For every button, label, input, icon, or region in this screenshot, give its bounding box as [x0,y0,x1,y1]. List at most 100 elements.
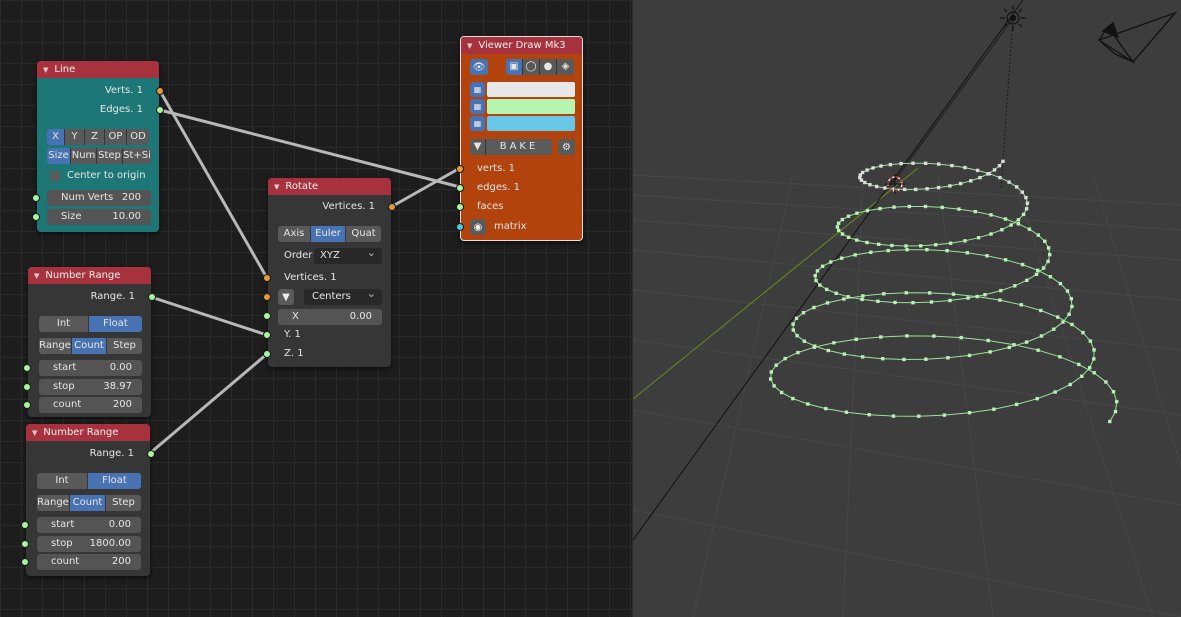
mode-step-button[interactable]: Step [97,148,123,164]
start-input-socket[interactable] [23,364,31,372]
settings-icon[interactable]: ⚙ [558,139,575,155]
rotate-node-header[interactable]: ▼ Rotate [268,178,391,195]
rotate-node[interactable]: ▼ Rotate Vertices. 1 Axis Euler Quat Ord… [263,178,396,367]
axis-y-button[interactable]: Y [65,129,85,145]
cube-icon[interactable]: ▣ [506,59,523,75]
viewer-node-header[interactable]: ▼ Viewer Draw Mk3 [461,37,582,54]
centers-dropdown[interactable]: Centers [304,286,382,305]
stop-label: stop [53,381,75,392]
spiral-vertex [769,370,773,374]
spiral-vertex [932,334,936,338]
matrix-input-socket[interactable] [456,223,464,231]
face-color-swatch[interactable] [487,116,575,131]
mode-count-button[interactable]: Count [72,338,107,354]
mode-quat-button[interactable]: Quat [346,226,381,242]
center-to-origin-checkbox[interactable] [50,171,60,181]
mode-stsi-button[interactable]: St+Si [123,148,151,164]
spiral-vertex [1067,312,1071,316]
sphere-wire-icon[interactable]: ◯ [523,59,540,75]
num-verts-input-socket[interactable] [32,194,40,202]
material-icon[interactable]: ◈ [557,59,574,75]
count-input-socket[interactable] [21,558,29,566]
size-input-socket[interactable] [32,213,40,221]
stop-field[interactable]: stop 38.97 [39,379,142,395]
start-value: 0.00 [109,362,132,373]
mode-count-button[interactable]: Count [70,495,106,511]
start-input-socket[interactable] [21,521,29,529]
number-range-node-1[interactable]: ▼ Number Range Range. 1 Int Float Range … [23,267,156,417]
x-field[interactable]: X 0.00 [278,309,382,325]
order-dropdown[interactable]: XYZ [314,245,382,264]
axis-op-button[interactable]: OP [105,129,127,145]
collapse-arrow-icon[interactable]: ▼ [467,42,472,50]
stop-input-socket[interactable] [21,540,29,548]
sphere-solid-icon[interactable]: ● [540,59,557,75]
number-range-header[interactable]: ▼ Number Range [28,267,151,284]
3d-viewport[interactable] [632,0,1181,617]
count-field[interactable]: count 200 [37,554,141,570]
edge-color-swatch[interactable] [487,99,575,114]
spiral-vertex [868,183,872,187]
spiral-vertex [989,232,993,236]
type-float-button[interactable]: Float [88,473,141,489]
faces-input-socket[interactable] [456,203,464,211]
size-field[interactable]: Size 10.00 [47,209,151,225]
count-input-socket[interactable] [23,401,31,409]
mode-size-button[interactable]: Size [47,148,71,164]
axis-z-button[interactable]: Z [85,129,105,145]
spiral-vertex [1039,308,1043,313]
verts-output-socket[interactable] [156,87,164,95]
num-verts-field[interactable]: Num Verts 200 [47,190,151,206]
collapse-arrow-icon[interactable]: ▼ [43,66,48,74]
triangle-icon[interactable]: ▼ [470,139,486,155]
start-field[interactable]: start 0.00 [37,517,141,533]
x-input-socket[interactable] [263,312,271,320]
y-input-socket[interactable] [263,331,271,339]
number-range-header[interactable]: ▼ Number Range [26,424,150,441]
mode-num-button[interactable]: Num [71,148,97,164]
camera-object-icon[interactable] [1097,11,1178,64]
mode-axis-button[interactable]: Axis [278,226,311,242]
centers-input-socket[interactable] [263,293,271,301]
type-int-button[interactable]: Int [37,473,88,489]
number-range-node-2[interactable]: ▼ Number Range Range. 1 Int Float Range … [21,424,155,576]
vertices-input-socket[interactable] [263,274,271,282]
viewport-canvas[interactable] [633,0,1181,617]
spiral-vertex [925,248,929,252]
collapse-toggle-icon[interactable]: ▼ [278,289,294,305]
edges-input-socket[interactable] [456,184,464,192]
viewer-draw-node[interactable]: ▼ Viewer Draw Mk3 👁 ▣ ◯ ● ◈ ▦ ▦ ▦ ▼ BAKE… [456,36,583,241]
stop-input-socket[interactable] [23,383,31,391]
line-node-header[interactable]: ▼ Line [37,61,159,78]
node-editor[interactable]: ▼ Line Verts. 1 Edges. 1 X Y Z OP OD Siz… [0,0,632,617]
stop-field[interactable]: stop 1800.00 [37,536,141,552]
start-field[interactable]: start 0.00 [39,360,142,376]
type-float-button[interactable]: Float [89,316,142,332]
mode-euler-button[interactable]: Euler [311,226,346,242]
mode-range-button[interactable]: Range [37,495,70,511]
count-field[interactable]: count 200 [39,397,142,413]
line-node[interactable]: ▼ Line Verts. 1 Edges. 1 X Y Z OP OD Siz… [32,61,164,232]
axis-x-button[interactable]: X [47,129,65,145]
range-output-socket[interactable] [147,450,155,458]
spiral-vertex [846,295,850,299]
vertices-output-socket[interactable] [388,203,396,211]
matrix-icon[interactable]: ◉ [470,219,486,235]
collapse-arrow-icon[interactable]: ▼ [274,183,279,191]
bake-button[interactable]: BAKE [486,139,552,155]
collapse-arrow-icon[interactable]: ▼ [32,429,37,437]
type-int-button[interactable]: Int [39,316,89,332]
mode-step-button[interactable]: Step [106,495,141,511]
axis-od-button[interactable]: OD [127,129,149,145]
collapse-arrow-icon[interactable]: ▼ [34,272,39,280]
mode-range-button[interactable]: Range [39,338,72,354]
mode-step-button[interactable]: Step [107,338,142,354]
range-output-socket[interactable] [148,293,156,301]
edges-output-socket[interactable] [156,106,164,114]
origin-cursor-icon[interactable] [885,174,905,194]
spiral-vertex [768,377,773,381]
z-input-socket[interactable] [263,350,271,358]
vertex-color-swatch[interactable] [487,82,575,97]
verts-input-socket[interactable] [456,165,464,173]
eye-icon[interactable]: 👁 [470,59,488,75]
